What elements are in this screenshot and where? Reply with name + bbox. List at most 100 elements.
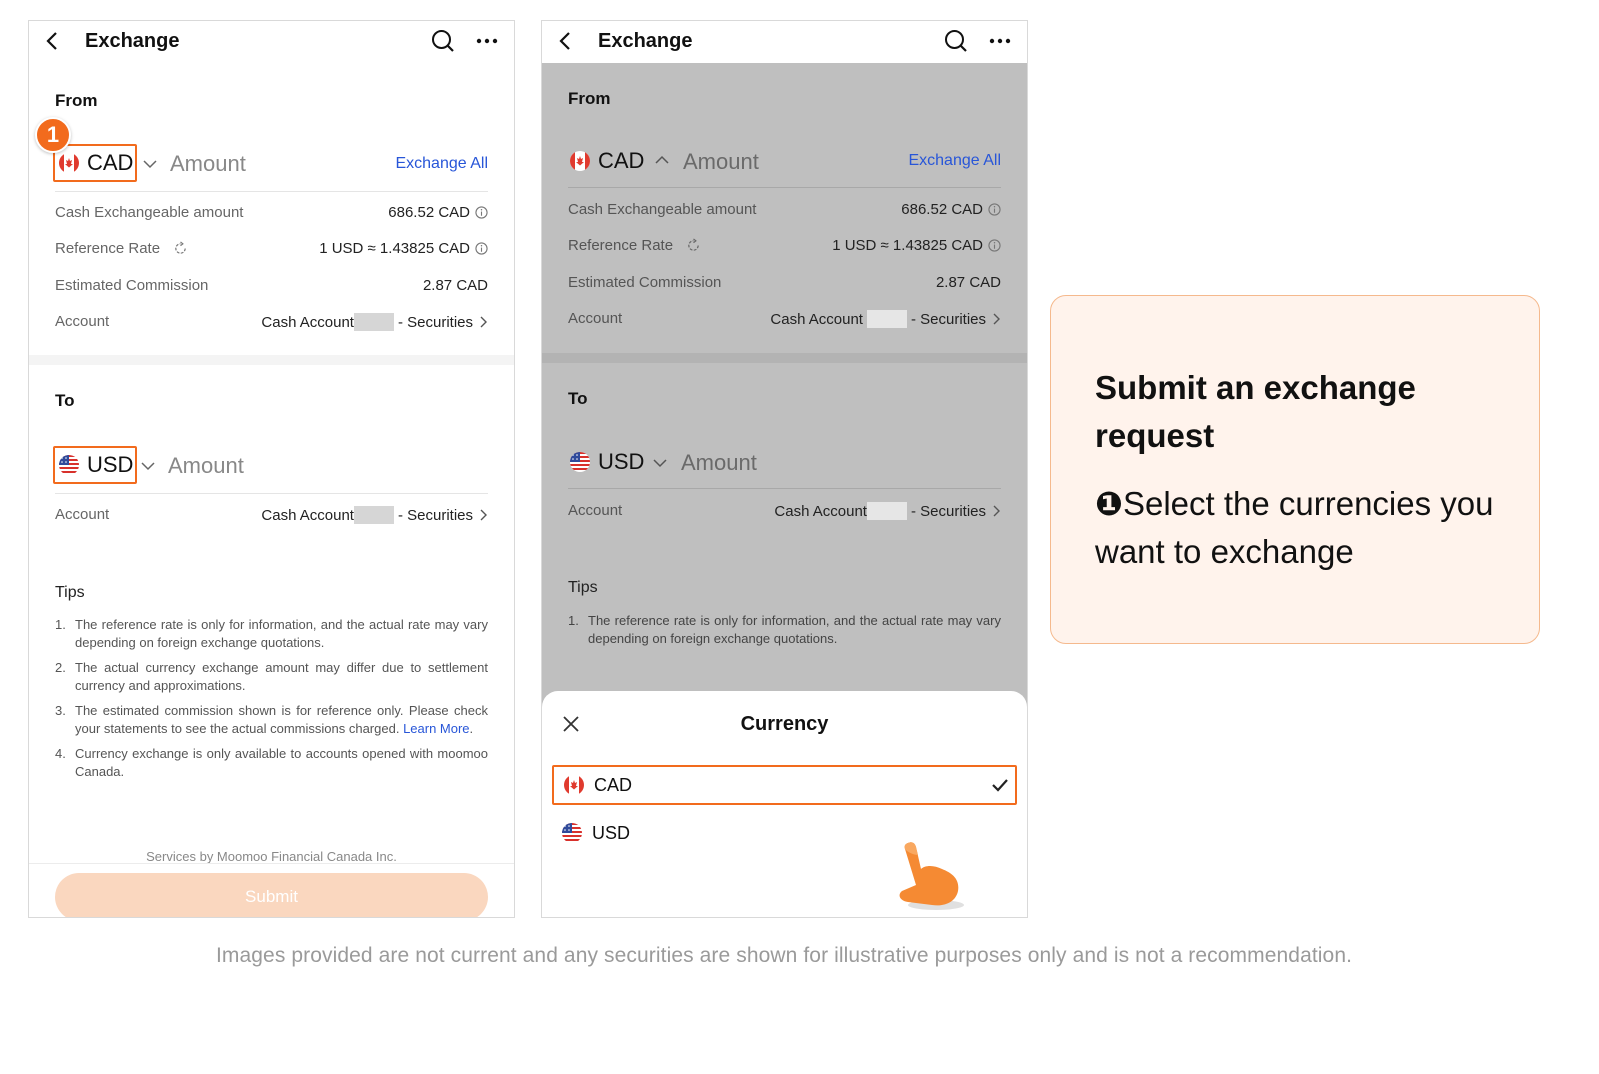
- from-currency-select[interactable]: CAD: [566, 142, 648, 180]
- exchange-form: From CAD Amount Exchange All Cash Exchan…: [29, 63, 514, 917]
- from-account-selector[interactable]: Cash Account - Securities: [770, 310, 1001, 328]
- chevron-left-icon[interactable]: [41, 29, 65, 53]
- account-type: - Securities: [910, 310, 986, 328]
- exchange-screen-step1: Exchange From CAD Amount Exchange All Ca…: [28, 20, 515, 918]
- tips-list: 1. The reference rate is only for informa…: [568, 612, 1001, 655]
- step-badge: 1: [35, 117, 71, 153]
- reference-rate-label: Reference Rate: [568, 237, 674, 254]
- chevron-left-icon[interactable]: [554, 29, 578, 53]
- chevron-right-icon: [992, 504, 1001, 518]
- instruction-callout: Submit an exchange request ❶Select the c…: [1050, 295, 1540, 644]
- to-amount-input[interactable]: Amount: [168, 453, 244, 479]
- tip-text: The actual currency exchange amount may …: [75, 660, 488, 693]
- from-account-selector[interactable]: Cash Account - Securities: [261, 313, 488, 331]
- step-text: Select the currencies you want to exchan…: [1095, 485, 1494, 570]
- us-flag-icon: [562, 823, 582, 843]
- from-currency-select[interactable]: CAD: [53, 144, 137, 182]
- from-currency-code: CAD: [87, 150, 134, 175]
- redacted-account-number: [353, 506, 394, 524]
- search-icon[interactable]: [430, 28, 456, 54]
- callout-title: Submit an exchange request: [1095, 369, 1416, 454]
- divider: [55, 191, 488, 192]
- tip-text: The reference rate is only for informati…: [75, 617, 488, 650]
- from-amount-input[interactable]: Amount: [683, 149, 759, 175]
- more-horizontal-icon[interactable]: [474, 28, 500, 54]
- footer-divider: [29, 863, 514, 864]
- reference-rate-value: 1 USD ≈ 1.43825 CAD: [319, 240, 488, 257]
- redacted-account-number: [353, 313, 394, 331]
- account-name: Cash Account: [261, 313, 354, 331]
- step-marker: ❶: [1095, 485, 1123, 522]
- disclaimer: Images provided are not current and any …: [215, 944, 1353, 967]
- page-title: Exchange: [85, 30, 180, 52]
- chevron-up-icon[interactable]: [655, 155, 669, 165]
- tip-text: Currency exchange is only available to a…: [75, 746, 488, 779]
- to-account-selector[interactable]: Cash Account - Securities: [774, 502, 1001, 520]
- tip-item: 3. The estimated commission shown is for …: [55, 702, 488, 738]
- nav-bar: Exchange: [29, 21, 514, 63]
- currency-picker-sheet: Currency CAD USD: [542, 691, 1027, 917]
- tip-item: 1. The reference rate is only for informa…: [568, 612, 1001, 648]
- commission-value: 2.87 CAD: [423, 277, 488, 294]
- tip-number: 1.: [568, 613, 579, 628]
- refresh-icon[interactable]: [686, 238, 701, 253]
- section-separator: [542, 353, 1027, 363]
- tip-number: 1.: [55, 617, 66, 632]
- more-horizontal-icon[interactable]: [987, 28, 1013, 54]
- nav-bar: Exchange: [542, 21, 1027, 63]
- info-icon[interactable]: [475, 242, 488, 255]
- to-account-label: Account: [55, 506, 110, 523]
- to-currency-select[interactable]: USD: [53, 446, 137, 484]
- cash-exchangeable-value: 686.52 CAD: [901, 201, 1001, 218]
- exchange-form-dimmed: From CAD Amount Exchange All Cash Exchan…: [542, 63, 1027, 917]
- from-account-label: Account: [55, 313, 110, 330]
- tip-text: The estimated commission shown is for re…: [75, 703, 488, 736]
- to-amount-input[interactable]: Amount: [681, 450, 757, 476]
- commission-amount: 2.87 CAD: [935, 274, 1001, 291]
- exchange-screen-step1-currency-picker: Exchange From CAD Amount Exchange All Ca…: [541, 20, 1028, 918]
- currency-option-label: USD: [592, 822, 631, 843]
- account-type: - Securities: [397, 506, 473, 524]
- chevron-right-icon: [479, 508, 488, 522]
- us-flag-icon: [570, 452, 590, 472]
- info-icon[interactable]: [475, 206, 488, 219]
- info-icon[interactable]: [988, 203, 1001, 216]
- exchange-all-link[interactable]: Exchange All: [908, 152, 1001, 170]
- chevron-down-icon[interactable]: [143, 159, 157, 169]
- account-type: - Securities: [397, 313, 473, 331]
- cash-exchangeable-label: Cash Exchangeable amount: [568, 201, 757, 218]
- cash-exchangeable-amount: 686.52 CAD: [901, 201, 983, 218]
- tip-item: 4. Currency exchange is only available to…: [55, 745, 488, 781]
- tip-number: 2.: [55, 660, 66, 675]
- to-account-selector[interactable]: Cash Account - Securities: [261, 506, 488, 524]
- tips-title: Tips: [568, 579, 598, 596]
- divider: [568, 187, 1001, 188]
- search-icon[interactable]: [943, 28, 969, 54]
- info-icon[interactable]: [988, 239, 1001, 252]
- reference-rate-text: 1 USD ≈ 1.43825 CAD: [832, 237, 983, 254]
- from-amount-input[interactable]: Amount: [170, 151, 246, 177]
- tip-number: 4.: [55, 746, 66, 761]
- cash-exchangeable-amount: 686.52 CAD: [388, 204, 470, 221]
- chevron-right-icon: [992, 312, 1001, 326]
- to-label: To: [568, 389, 588, 408]
- chevron-down-icon[interactable]: [141, 461, 155, 471]
- refresh-icon[interactable]: [173, 241, 188, 256]
- commission-value: 2.87 CAD: [936, 274, 1001, 291]
- tip-number: 3.: [55, 703, 66, 718]
- reference-rate-value: 1 USD ≈ 1.43825 CAD: [832, 237, 1001, 254]
- page-title: Exchange: [598, 30, 693, 52]
- currency-option-cad[interactable]: CAD: [552, 765, 1017, 805]
- tip-item: 1. The reference rate is only for informa…: [55, 616, 488, 652]
- to-currency-code: USD: [87, 452, 134, 477]
- commission-label: Estimated Commission: [568, 274, 722, 291]
- to-currency-select[interactable]: USD: [566, 443, 648, 481]
- learn-more-link[interactable]: Learn More: [403, 721, 469, 736]
- tip-item: 2. The actual currency exchange amount ma…: [55, 659, 488, 695]
- chevron-down-icon[interactable]: [653, 458, 667, 468]
- exchange-all-link[interactable]: Exchange All: [395, 155, 488, 173]
- from-label: From: [568, 89, 611, 108]
- submit-button[interactable]: Submit: [55, 873, 488, 917]
- reference-rate-text: 1 USD ≈ 1.43825 CAD: [319, 240, 470, 257]
- canada-flag-icon: [570, 151, 590, 171]
